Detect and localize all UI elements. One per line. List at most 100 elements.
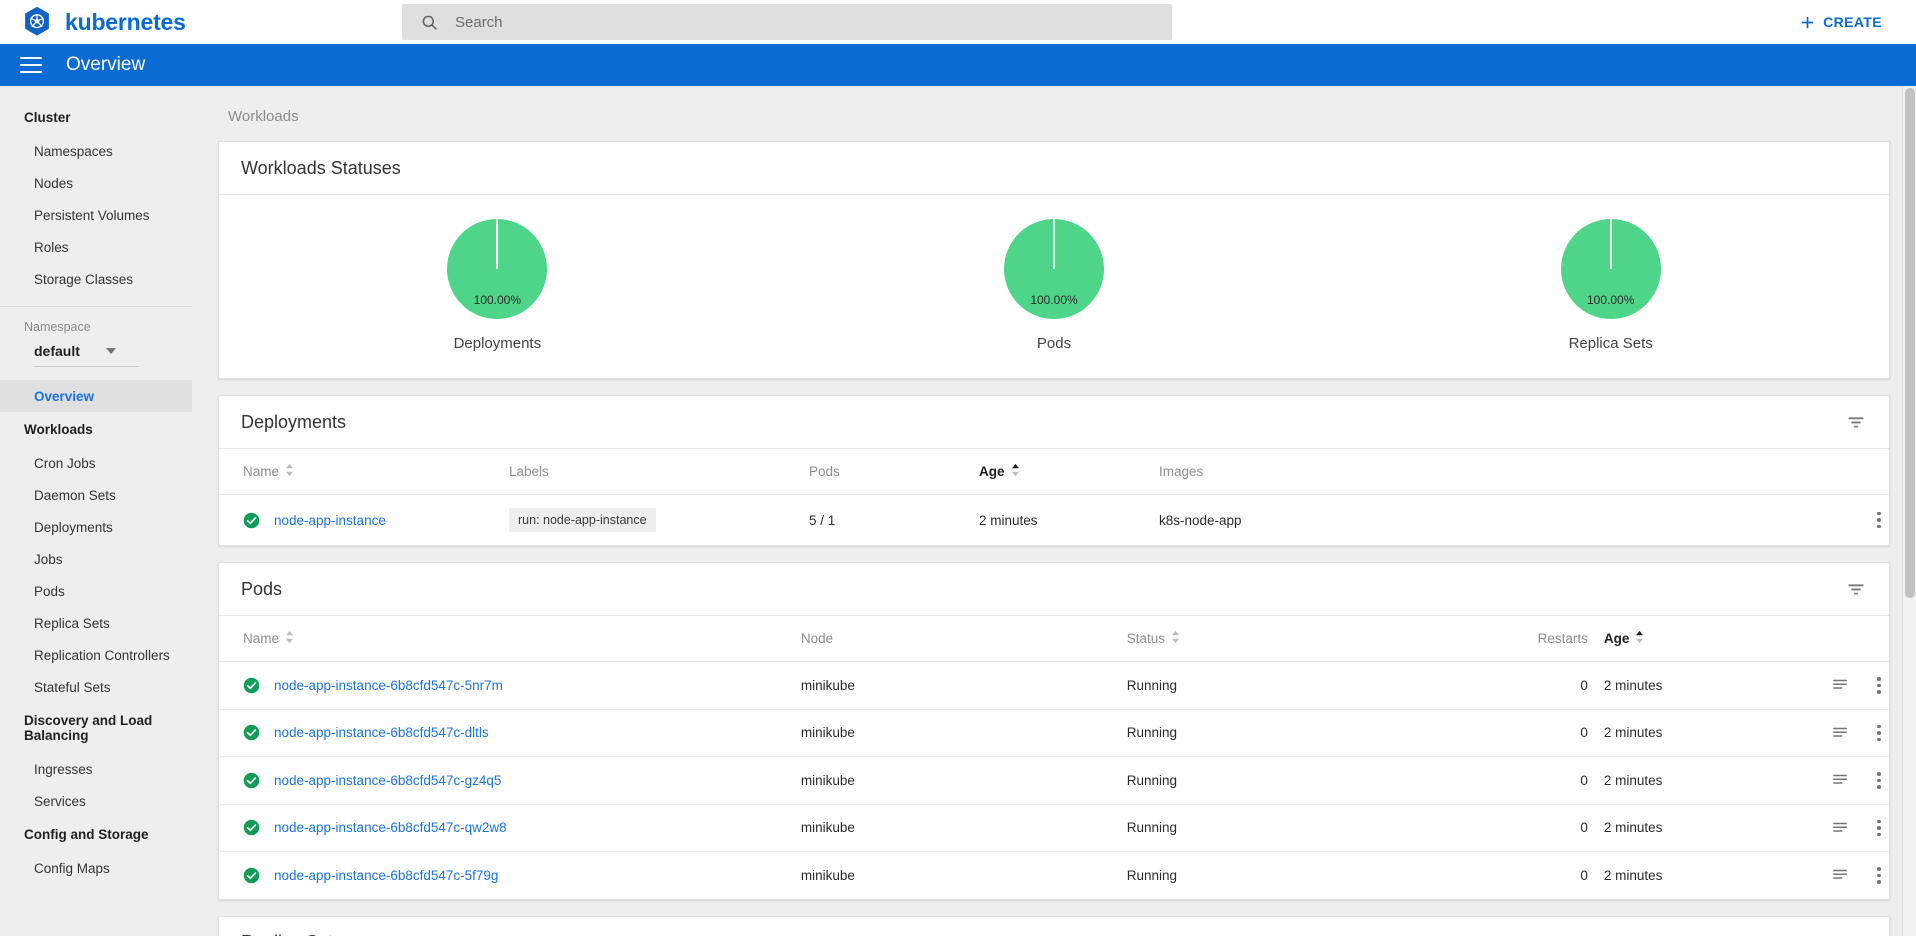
kubernetes-dashboard: kubernetes Search CREATE Overview Cluste… <box>0 0 1916 936</box>
filter-list-icon[interactable] <box>1845 932 1867 936</box>
deployments-title: Deployments <box>241 411 347 432</box>
cell-age: 2 minutes <box>1603 661 1761 710</box>
status-ok-icon <box>243 772 260 789</box>
kebab-menu-icon[interactable] <box>1869 770 1885 791</box>
sidebar-item-replication-controllers[interactable]: Replication Controllers <box>0 639 192 671</box>
column-header-pods[interactable]: Pods <box>809 449 979 495</box>
cell-restarts: 0 <box>1464 804 1604 852</box>
sidebar-item-pods[interactable]: Pods <box>0 575 192 607</box>
table-row[interactable]: node-app-instance-6b8cfd547c-qw2w8 miniku… <box>219 804 1889 852</box>
column-label: Status <box>1126 631 1165 646</box>
sidebar-item-namespaces[interactable]: Namespaces <box>0 135 192 167</box>
sidebar-item-roles[interactable]: Roles <box>0 231 192 263</box>
table-row[interactable]: node-app-instance run: node-app-instance… <box>219 495 1889 546</box>
pod-name-link[interactable]: node-app-instance-6b8cfd547c-dltls <box>274 725 489 740</box>
cell-status: Running <box>1126 804 1465 852</box>
table-row[interactable]: node-app-instance-6b8cfd547c-5nr7m miniku… <box>219 661 1889 710</box>
cell-name: node-app-instance-6b8cfd547c-5nr7m <box>219 661 801 710</box>
pod-name-link[interactable]: node-app-instance-6b8cfd547c-qw2w8 <box>274 820 507 835</box>
column-label: Age <box>1603 631 1630 646</box>
sidebar-item-storage-classes[interactable]: Storage Classes <box>0 263 192 295</box>
column-header-labels[interactable]: Labels <box>509 449 809 495</box>
column-header-name[interactable]: Name <box>219 616 801 662</box>
deployments-card: Deployments Name Labels Pods Age Images … <box>218 395 1890 546</box>
logs-icon[interactable] <box>1831 866 1849 884</box>
pie-value-label: 100.00% <box>1030 293 1078 307</box>
plus-icon <box>1799 14 1816 31</box>
pod-name-link[interactable]: node-app-instance-6b8cfd547c-gz4q5 <box>274 773 501 788</box>
sidebar-group-config-storage: Config and Storage <box>24 827 149 842</box>
cell-age: 2 minutes <box>1603 804 1761 852</box>
create-button[interactable]: CREATE <box>1793 13 1888 32</box>
cell-status: Running <box>1126 661 1465 710</box>
kebab-menu-icon[interactable] <box>1869 723 1885 744</box>
status-ok-icon <box>243 512 260 529</box>
column-header-node[interactable]: Node <box>800 616 1127 662</box>
column-header-images[interactable]: Images <box>1159 449 1779 495</box>
sidebar-item-jobs[interactable]: Jobs <box>0 543 192 575</box>
label-chip: run: node-app-instance <box>509 508 656 532</box>
logs-icon[interactable] <box>1831 676 1849 694</box>
sidebar-item-stateful-sets[interactable]: Stateful Sets <box>0 671 192 703</box>
scrollbar-thumb[interactable] <box>1905 88 1915 598</box>
table-header-row: Name Node Status Restarts Age <box>219 616 1889 662</box>
hamburger-menu-icon[interactable] <box>20 57 42 73</box>
sidebar-item-nodes[interactable]: Nodes <box>0 167 192 199</box>
vertical-scrollbar[interactable] <box>1902 86 1916 936</box>
sort-icon-active <box>1635 630 1644 647</box>
column-header-age[interactable]: Age <box>1603 616 1761 662</box>
cell-node: minikube <box>800 804 1127 852</box>
cell-node: minikube <box>800 756 1127 805</box>
cell-actions <box>1760 756 1889 805</box>
brand[interactable]: kubernetes <box>20 5 392 39</box>
cell-restarts: 0 <box>1580 867 1588 883</box>
sidebar-item-replica-sets[interactable]: Replica Sets <box>0 607 192 639</box>
sidebar-item-daemon-sets[interactable]: Daemon Sets <box>0 479 192 511</box>
sort-icon <box>1171 630 1180 647</box>
sidebar-item-persistent-volumes[interactable]: Persistent Volumes <box>0 199 192 231</box>
status-ok-icon <box>243 724 260 741</box>
pods-card: Pods Name Node Status Restarts Age node-… <box>218 562 1890 900</box>
table-row[interactable]: node-app-instance-6b8cfd547c-gz4q5 miniku… <box>219 756 1889 805</box>
sidebar-item-config-maps[interactable]: Config Maps <box>0 852 192 884</box>
sort-icon <box>285 463 294 480</box>
column-header-restarts[interactable]: Restarts <box>1464 616 1604 662</box>
workloads-statuses-title: Workloads Statuses <box>241 157 401 178</box>
column-header-age[interactable]: Age <box>979 449 1159 495</box>
table-row[interactable]: node-app-instance-6b8cfd547c-5f79g miniku… <box>219 852 1889 899</box>
deployment-name-link[interactable]: node-app-instance <box>274 513 386 528</box>
kebab-menu-icon[interactable] <box>1869 510 1885 531</box>
kebab-menu-icon[interactable] <box>1869 675 1885 696</box>
pie-chart-row: 100.00% Deployments 100.00% Pods 100.00%… <box>219 195 1889 378</box>
pod-name-link[interactable]: node-app-instance-6b8cfd547c-5nr7m <box>274 678 503 693</box>
cell-age: 2 minutes <box>979 512 1038 528</box>
cell-actions <box>1760 709 1889 757</box>
sidebar-item-deployments[interactable]: Deployments <box>0 511 192 543</box>
column-header-status[interactable]: Status <box>1126 616 1465 662</box>
sidebar-item-cron-jobs[interactable]: Cron Jobs <box>0 447 192 479</box>
sort-icon-active <box>1011 463 1020 480</box>
pod-name-link[interactable]: node-app-instance-6b8cfd547c-5f79g <box>274 868 498 883</box>
filter-list-icon[interactable] <box>1845 411 1867 433</box>
sidebar-item-services[interactable]: Services <box>0 785 192 817</box>
table-row[interactable]: node-app-instance-6b8cfd547c-dltls miniku… <box>219 709 1889 757</box>
cell-age: 2 minutes <box>1603 867 1663 883</box>
pie-graphic: 100.00% <box>1004 219 1104 319</box>
logs-icon[interactable] <box>1831 819 1849 837</box>
namespace-dropdown[interactable]: default <box>34 343 139 367</box>
kebab-menu-icon[interactable] <box>1869 818 1885 839</box>
logs-icon[interactable] <box>1831 724 1849 742</box>
sidebar-item-ingresses[interactable]: Ingresses <box>0 753 192 785</box>
kebab-menu-icon[interactable] <box>1869 865 1885 886</box>
top-bar-actions: CREATE <box>1793 13 1896 32</box>
sidebar-group-cluster: Cluster <box>24 110 71 125</box>
search-input[interactable]: Search <box>402 4 1172 40</box>
column-header-name[interactable]: Name <box>219 449 509 495</box>
pie-graphic: 100.00% <box>1560 219 1661 319</box>
filter-list-icon[interactable] <box>1845 578 1867 600</box>
table-header-row: Name Labels Pods Age Images <box>219 449 1889 495</box>
status-ok-icon <box>243 677 260 694</box>
cell-status: Running <box>1126 756 1465 805</box>
logs-icon[interactable] <box>1831 771 1849 789</box>
sidebar-item-overview[interactable]: Overview <box>0 380 192 412</box>
